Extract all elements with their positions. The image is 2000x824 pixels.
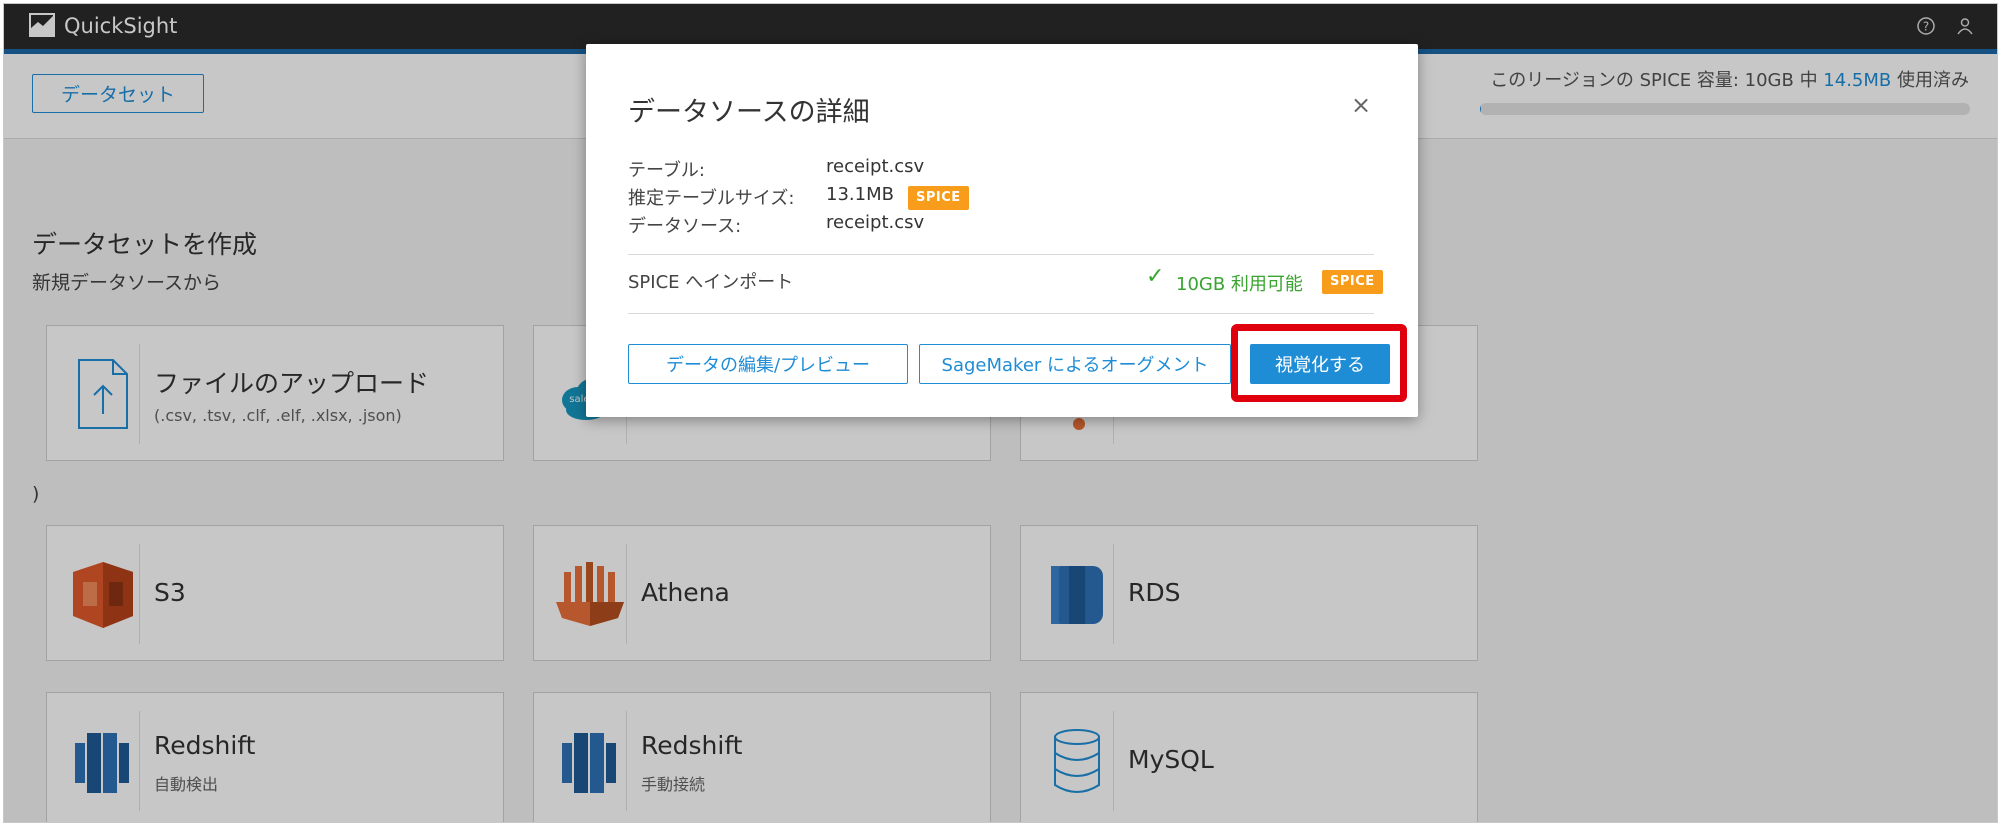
data-source-label: データソース: xyxy=(628,216,742,237)
divider xyxy=(628,254,1374,255)
table-size-value: 13.1MB xyxy=(826,184,894,205)
check-icon: ✓ xyxy=(1146,264,1165,289)
close-icon[interactable]: × xyxy=(1348,92,1374,118)
table-value: receipt.csv xyxy=(826,156,925,177)
table-label: テーブル: xyxy=(628,160,705,181)
data-source-value: receipt.csv xyxy=(826,212,925,233)
spice-badge: SPICE xyxy=(908,186,969,210)
spice-badge: SPICE xyxy=(1322,270,1383,294)
edit-preview-button[interactable]: データの編集/プレビュー xyxy=(628,344,908,384)
app-window: QuickSight ? データセット このリージョンの SPICE 容量: 1… xyxy=(3,3,1998,823)
sagemaker-augment-button[interactable]: SageMaker によるオーグメント xyxy=(919,344,1231,384)
divider xyxy=(628,313,1374,314)
visualize-button[interactable]: 視覚化する xyxy=(1250,344,1390,384)
table-size-label: 推定テーブルサイズ: xyxy=(628,188,795,209)
dialog-title: データソースの詳細 xyxy=(628,97,870,128)
data-source-details-dialog: データソースの詳細 × テーブル: receipt.csv 推定テーブルサイズ:… xyxy=(586,44,1418,417)
spice-available-text: 10GB 利用可能 xyxy=(1176,274,1303,295)
spice-import-label: SPICE へインポート xyxy=(628,272,794,293)
